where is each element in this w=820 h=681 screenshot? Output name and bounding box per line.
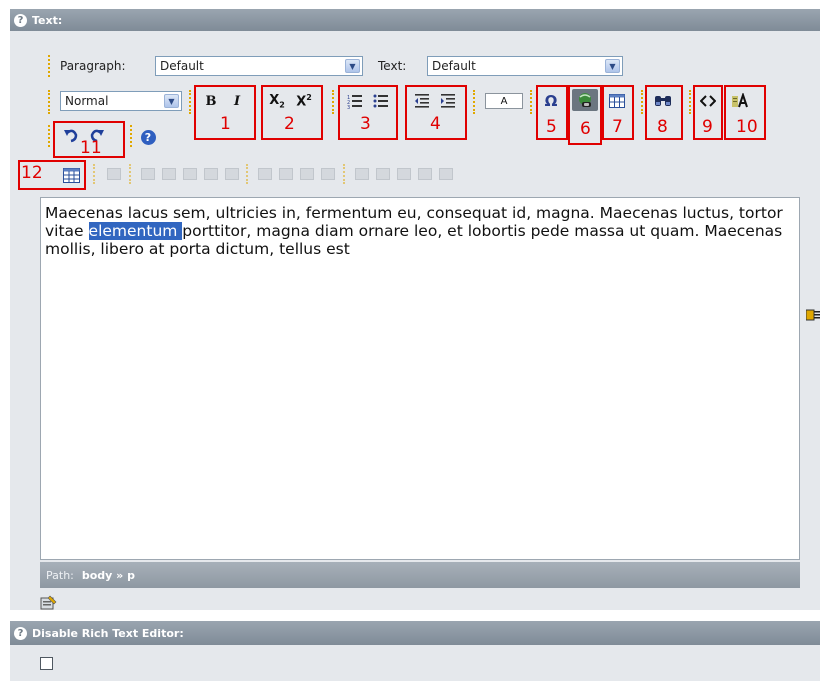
annotation-number-4: 4 — [430, 114, 441, 134]
about-icon: ? — [140, 129, 156, 145]
side-handle-icon[interactable] — [805, 308, 820, 322]
disabled-table-tool — [418, 168, 432, 180]
toolbar-separator — [130, 125, 132, 147]
toolbar-separator — [343, 164, 345, 184]
paragraph-select-value: Default — [160, 59, 204, 73]
annotation-number-12: 12 — [21, 163, 43, 183]
font-color-icon: A — [500, 95, 508, 107]
block-style-select[interactable]: Normal ▼ — [60, 91, 182, 111]
chevron-down-icon[interactable]: ▼ — [164, 94, 179, 108]
toolbar-separator — [332, 90, 334, 114]
editor-selected-text: elementum — [88, 222, 183, 240]
text-style-label: Text: — [378, 59, 407, 73]
font-color-button[interactable]: A — [485, 93, 523, 109]
text-style-select-value: Default — [432, 59, 476, 73]
about-button[interactable]: ? — [138, 126, 158, 148]
disable-rte-checkbox[interactable] — [40, 657, 53, 670]
insert-table-icon — [62, 167, 80, 183]
toolbar-separator — [129, 164, 131, 184]
path-bar: Path: body » p — [40, 562, 800, 588]
disabled-table-tool — [204, 168, 218, 180]
help-icon[interactable]: ? — [14, 13, 27, 27]
toolbar-separator — [246, 164, 248, 184]
toolbar-separator — [473, 90, 475, 114]
disabled-table-tool — [141, 168, 155, 180]
disabled-table-tool — [321, 168, 335, 180]
insert-table-button[interactable] — [60, 164, 82, 186]
annotation-number-1: 1 — [220, 114, 231, 134]
paragraph-label: Paragraph: — [60, 59, 126, 73]
disabled-table-tool — [300, 168, 314, 180]
toolbar-separator — [689, 90, 691, 114]
disabled-table-tool — [397, 168, 411, 180]
annotation-number-7: 7 — [612, 117, 623, 137]
path-label: Path: — [46, 568, 74, 582]
toolbar-separator — [641, 90, 643, 114]
annotation-number-11: 11 — [80, 138, 102, 158]
help-icon[interactable]: ? — [14, 626, 27, 640]
disabled-table-tool — [258, 168, 272, 180]
block-style-select-value: Normal — [65, 94, 109, 108]
annotation-number-9: 9 — [702, 117, 713, 137]
properties-icon[interactable] — [40, 594, 58, 610]
path-items[interactable]: body » p — [82, 569, 135, 582]
disabled-table-tool — [439, 168, 453, 180]
text-style-select[interactable]: Default ▼ — [427, 56, 623, 76]
annotation-number-6: 6 — [580, 119, 591, 139]
disabled-table-tool — [355, 168, 369, 180]
disabled-table-tool — [107, 168, 121, 180]
toolbar-separator — [48, 125, 50, 147]
disabled-table-tool — [183, 168, 197, 180]
toolbar-separator — [530, 90, 532, 114]
annotation-number-10: 10 — [736, 117, 758, 137]
disable-rte-panel — [10, 645, 820, 681]
chevron-down-icon[interactable]: ▼ — [345, 59, 360, 73]
disabled-table-tool — [279, 168, 293, 180]
annotation-number-5: 5 — [546, 117, 557, 137]
toolbar-separator — [48, 55, 50, 77]
toolbar-separator — [189, 90, 191, 114]
rich-text-editor[interactable]: Maecenas lacus sem, ultricies in, fermen… — [40, 197, 800, 560]
annotation-number-8: 8 — [657, 117, 668, 137]
text-section-header: ? Text: — [10, 9, 820, 31]
annotation-number-2: 2 — [284, 114, 295, 134]
paragraph-select[interactable]: Default ▼ — [155, 56, 363, 76]
disable-rte-section-header: ? Disable Rich Text Editor: — [10, 621, 820, 645]
disabled-table-tool — [162, 168, 176, 180]
text-section-label: Text: — [32, 13, 63, 27]
disabled-table-tool — [376, 168, 390, 180]
disable-rte-label: Disable Rich Text Editor: — [32, 626, 184, 640]
disabled-table-tool — [225, 168, 239, 180]
toolbar-separator — [48, 90, 50, 114]
chevron-down-icon[interactable]: ▼ — [605, 59, 620, 73]
toolbar-separator — [93, 164, 95, 184]
annotation-number-3: 3 — [360, 114, 371, 134]
